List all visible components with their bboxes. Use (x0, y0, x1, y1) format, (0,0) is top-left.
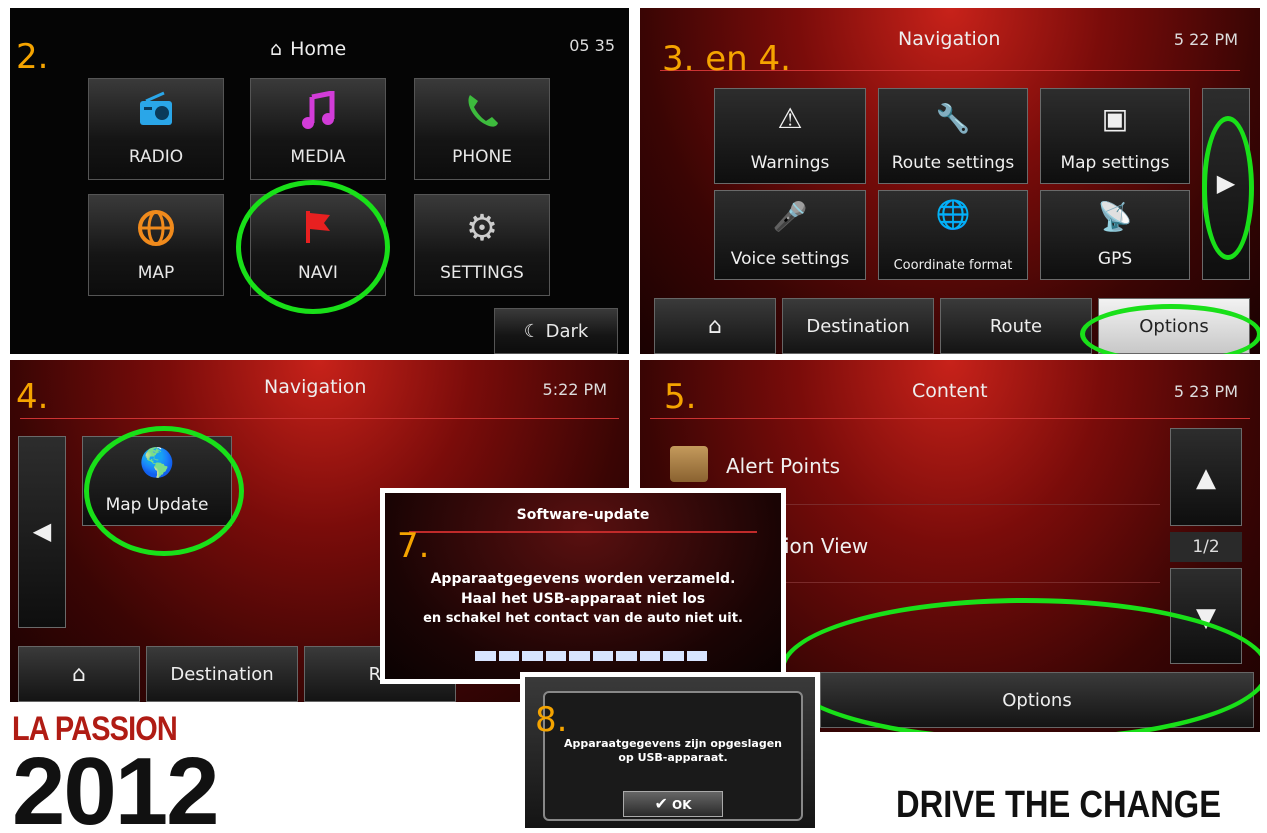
step-number: 4. (16, 377, 49, 417)
la-passion-logo: LA PASSION 2012 (12, 710, 220, 833)
package-icon (670, 446, 708, 482)
dialog-message: Apparaatgegevens zijn opgeslagen op USB-… (564, 737, 782, 764)
dialog-title: Software-update (516, 507, 650, 523)
header-divider (20, 418, 619, 419)
arrow-up-icon: ▲ (1196, 463, 1216, 493)
settings-button[interactable]: ⚙ SETTINGS (414, 194, 550, 296)
radio-button[interactable]: RADIO (88, 78, 224, 180)
home-title: ⌂ Home (270, 38, 347, 60)
home-screen: 2. ⌂ Home 05 35 RADIO MEDIA PHONE MAP NAV… (10, 8, 629, 354)
warning-icon: ⚠ (777, 102, 803, 135)
progress-bar (475, 651, 707, 661)
dark-mode-button[interactable]: ☾ Dark (494, 308, 618, 354)
dialog-message: Apparaatgegevens worden verzameld. Haal … (423, 571, 743, 626)
scroll-down-button[interactable]: ▼ (1170, 568, 1242, 664)
gear-icon: ⚙ (465, 208, 499, 249)
screen-title: Content (912, 380, 988, 402)
music-note-icon (251, 89, 385, 142)
home-icon: ⌂ (72, 661, 86, 687)
map-settings-button[interactable]: ▣ Map settings (1040, 88, 1190, 184)
phone-icon (415, 91, 549, 142)
step-number: 2. (16, 37, 49, 77)
tab-options[interactable]: Options (1098, 298, 1250, 354)
map-update-button[interactable]: 🌎 Map Update (82, 436, 232, 526)
page-indicator: 1/2 (1170, 532, 1242, 562)
coordinate-globe-icon: 🌐 (935, 198, 971, 231)
clock: 5 23 PM (1173, 382, 1238, 401)
step-number: 3. en 4. (662, 39, 791, 79)
ok-button[interactable]: ✔ OK (623, 791, 723, 817)
checkmark-icon: ✔ (654, 794, 668, 813)
screen-title: Navigation (898, 28, 1001, 50)
navigation-options-screen: 3. en 4. Navigation 5 22 PM ⚠ Warnings 🔧… (640, 8, 1260, 354)
microphone-icon: 🎤 (772, 200, 808, 233)
map-settings-icon: ▣ (1101, 102, 1129, 135)
chevron-right-icon: ▶ (1216, 169, 1236, 197)
voice-settings-button[interactable]: 🎤 Voice settings (714, 190, 866, 280)
earth-icon: 🌎 (139, 446, 175, 479)
media-button[interactable]: MEDIA (250, 78, 386, 180)
radio-icon (89, 91, 223, 142)
gps-button[interactable]: 📡 GPS (1040, 190, 1190, 280)
wrench-icon: 🔧 (935, 102, 971, 135)
next-page-button[interactable]: ▶ (1202, 88, 1250, 280)
satellite-icon: 📡 (1097, 200, 1133, 233)
scroll-up-button[interactable]: ▲ (1170, 428, 1242, 526)
dialog-divider (409, 531, 757, 533)
moon-icon: ☾ (523, 321, 540, 342)
warnings-button[interactable]: ⚠ Warnings (714, 88, 866, 184)
flag-icon (251, 207, 385, 258)
map-button[interactable]: MAP (88, 194, 224, 296)
clock: 05 35 (569, 36, 615, 55)
arrow-down-icon: ▼ (1196, 603, 1216, 633)
globe-icon (89, 207, 223, 260)
step-number: 5. (664, 377, 697, 417)
step-number: 8. (535, 700, 568, 740)
confirmation-dialog: Apparaatgegevens zijn opgeslagen op USB-… (543, 691, 803, 821)
tab-route[interactable]: Route (940, 298, 1092, 354)
previous-page-button[interactable]: ◀ (18, 436, 66, 628)
software-update-photo: Software-update 7. Apparaatgegevens word… (380, 488, 786, 684)
chevron-left-icon: ◀ (32, 517, 52, 545)
tab-home[interactable]: ⌂ (18, 646, 140, 702)
phone-button[interactable]: PHONE (414, 78, 550, 180)
tab-destination[interactable]: Destination (146, 646, 298, 702)
tab-destination[interactable]: Destination (782, 298, 934, 354)
saved-confirmation-photo: Apparaatgegevens zijn opgeslagen op USB-… (520, 672, 820, 833)
route-settings-button[interactable]: 🔧 Route settings (878, 88, 1028, 184)
tab-home[interactable]: ⌂ (654, 298, 776, 354)
options-button[interactable]: Options (820, 672, 1254, 728)
bottom-tab-bar: ⌂ Destination Route Options (654, 298, 1260, 354)
coordinate-format-button[interactable]: 🌐 Coordinate format (878, 190, 1028, 280)
clock: 5:22 PM (542, 380, 607, 399)
step-number: 7. (397, 526, 430, 566)
header-divider (650, 418, 1250, 419)
home-icon: ⌂ (708, 313, 722, 339)
home-icon: ⌂ (270, 38, 283, 60)
drive-the-change-slogan: DRIVE THE CHANGE (896, 784, 1222, 826)
clock: 5 22 PM (1173, 30, 1238, 49)
screen-title: Navigation (264, 376, 367, 398)
navi-button[interactable]: NAVI (250, 194, 386, 296)
